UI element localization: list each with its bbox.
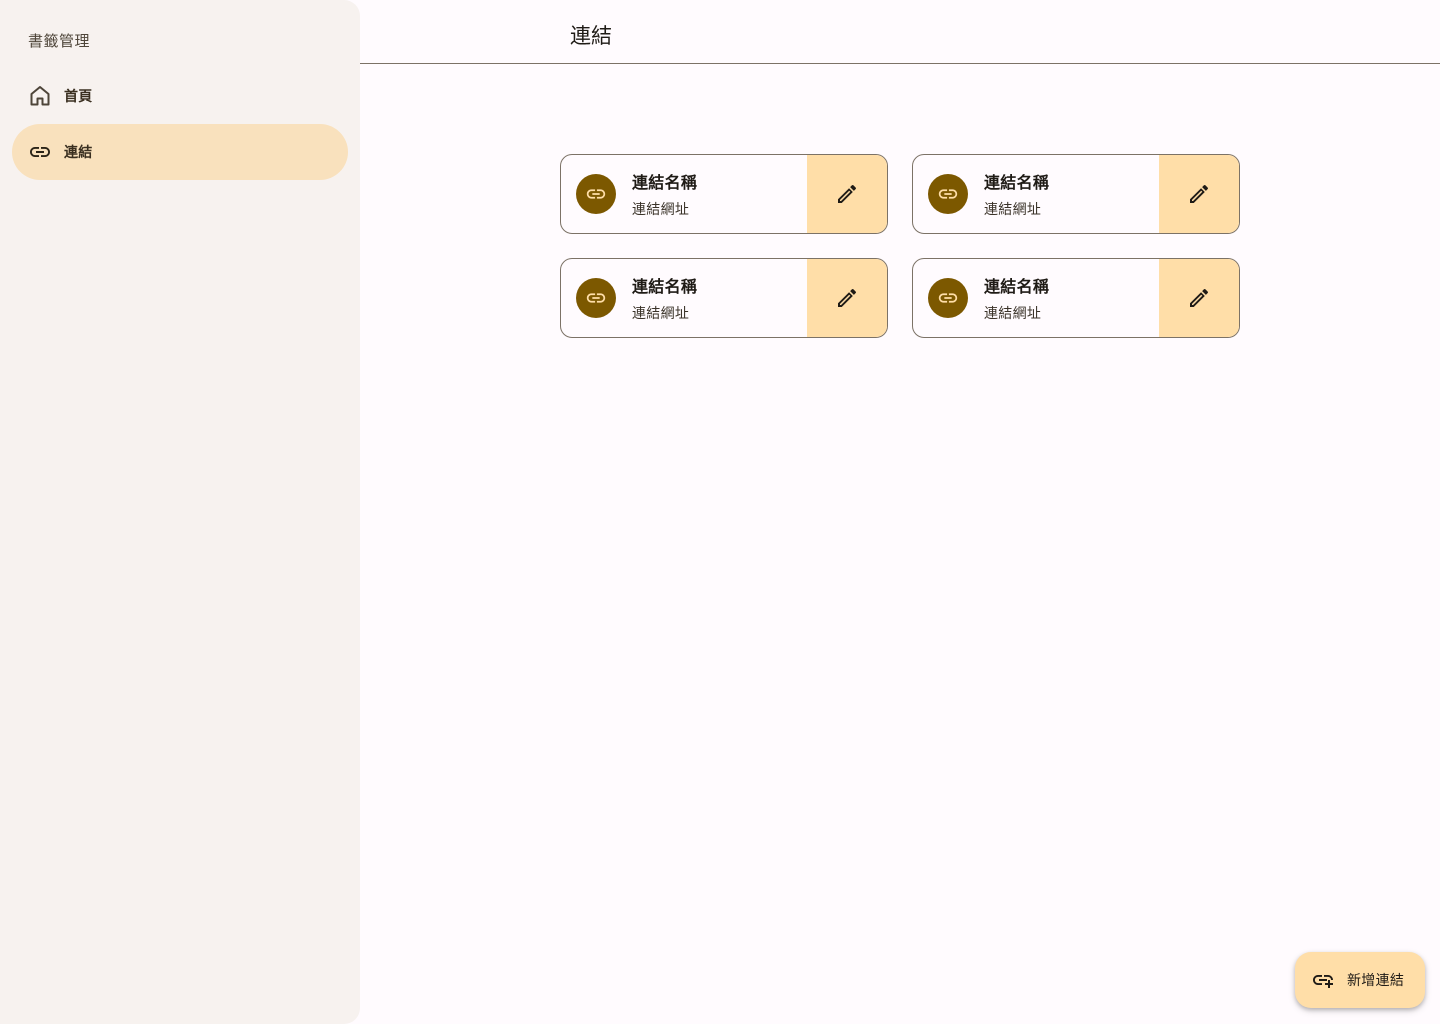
sidebar-item-home[interactable]: 首頁 xyxy=(12,68,348,124)
pencil-icon xyxy=(838,288,857,307)
link-avatar xyxy=(928,278,968,318)
link-avatar xyxy=(576,174,616,214)
edit-button[interactable] xyxy=(1159,155,1239,233)
edit-button[interactable] xyxy=(807,259,887,337)
link-avatar xyxy=(928,174,968,214)
top-app-bar: 連結 xyxy=(360,0,1440,64)
link-name: 連結名稱 xyxy=(632,173,698,192)
sidebar-item-label: 首頁 xyxy=(64,89,93,105)
link-card-text: 連結名稱 連結網址 xyxy=(984,273,1049,323)
link-url: 連結網址 xyxy=(984,202,1042,218)
pencil-icon xyxy=(1190,288,1209,307)
link-name: 連結名稱 xyxy=(984,173,1050,192)
link-card-text: 連結名稱 連結網址 xyxy=(632,169,697,219)
link-icon xyxy=(938,189,958,199)
link-card-body[interactable]: 連結名稱 連結網址 xyxy=(561,259,807,337)
edit-button[interactable] xyxy=(807,155,887,233)
link-avatar xyxy=(576,278,616,318)
link-card: 連結名稱 連結網址 xyxy=(560,154,888,234)
link-card-body[interactable]: 連結名稱 連結網址 xyxy=(913,155,1159,233)
link-card: 連結名稱 連結網址 xyxy=(560,258,888,338)
link-card-text: 連結名稱 連結網址 xyxy=(984,169,1049,219)
link-url: 連結網址 xyxy=(984,306,1042,322)
link-card: 連結名稱 連結網址 xyxy=(912,154,1240,234)
link-icon xyxy=(28,140,52,164)
home-icon xyxy=(28,84,52,108)
link-card-text: 連結名稱 連結網址 xyxy=(632,273,697,323)
drawer-title: 書籤管理 xyxy=(28,32,91,50)
add-link-button[interactable]: 新增連結 xyxy=(1295,952,1425,1008)
link-url: 連結網址 xyxy=(632,306,690,322)
add-link-label: 新增連結 xyxy=(1347,973,1405,989)
pencil-icon xyxy=(1190,184,1209,203)
link-card-body[interactable]: 連結名稱 連結網址 xyxy=(913,259,1159,337)
sidebar-item-label: 連結 xyxy=(64,145,93,161)
link-icon xyxy=(586,189,606,199)
link-card: 連結名稱 連結網址 xyxy=(912,258,1240,338)
link-name: 連結名稱 xyxy=(984,277,1050,296)
navigation-drawer: 書籤管理 首頁 連結 xyxy=(0,0,360,1024)
link-name: 連結名稱 xyxy=(632,277,698,296)
page-title: 連結 xyxy=(570,24,612,48)
edit-button[interactable] xyxy=(1159,259,1239,337)
link-icon xyxy=(938,293,958,303)
link-card-body[interactable]: 連結名稱 連結網址 xyxy=(561,155,807,233)
link-icon xyxy=(586,293,606,303)
sidebar-item-links[interactable]: 連結 xyxy=(12,124,348,180)
app-root: 書籤管理 首頁 連結 連結 連結名稱 連結網址 連結名稱 連結網址 連結名稱 連… xyxy=(0,0,1440,1024)
add-link-icon xyxy=(1313,975,1333,988)
pencil-icon xyxy=(838,184,857,203)
link-url: 連結網址 xyxy=(632,202,690,218)
